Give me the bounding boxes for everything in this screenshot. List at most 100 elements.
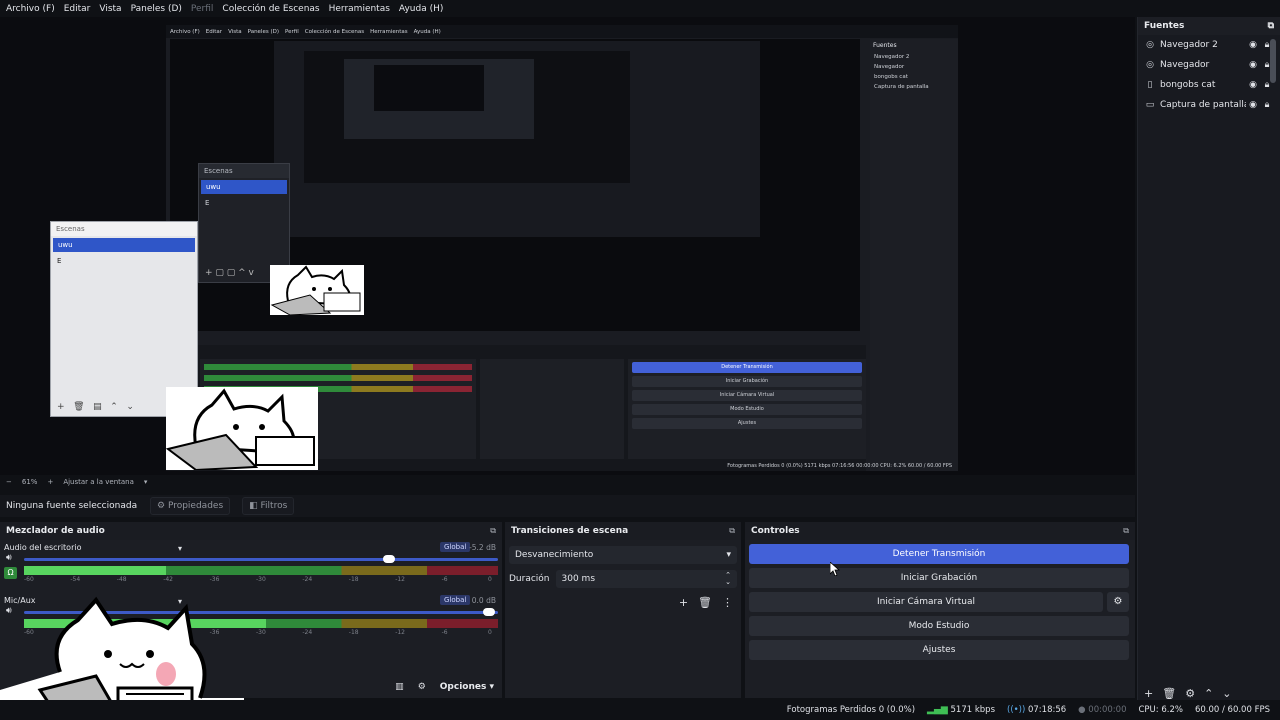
- chevron-down-icon: ▾: [726, 550, 731, 560]
- nested-source-item: Navegador: [874, 64, 905, 70]
- nested-controls: Detener Transmisión Iniciar Grabación In…: [628, 359, 866, 459]
- add-icon[interactable]: +: [1144, 687, 1153, 700]
- source-item[interactable]: ▭ Captura de pantalla ◉ 🔒︎: [1138, 95, 1280, 115]
- chevron-down-icon[interactable]: ⌄: [1222, 687, 1231, 700]
- nested-transitions: [480, 359, 624, 459]
- meter-tick-label: 0: [488, 576, 492, 583]
- eye-icon[interactable]: ◉: [1246, 40, 1260, 50]
- scene-transitions-dock: Transiciones de escena ⧉ Desvanecimiento…: [505, 522, 741, 698]
- menu-tools[interactable]: Herramientas: [329, 4, 390, 14]
- eye-icon[interactable]: ◉: [1246, 80, 1260, 90]
- nested-menu-bar: Archivo (F) Editar Vista Paneles (D) Per…: [166, 25, 958, 38]
- menu-help[interactable]: Ayuda (H): [399, 4, 443, 14]
- duration-spinbox[interactable]: 300 ms ⌃ ⌄: [555, 570, 737, 588]
- nested-sources-title: Fuentes: [873, 42, 897, 49]
- nested-preview-level: [304, 51, 630, 183]
- start-virtual-camera-button[interactable]: Iniciar Cámara Virtual: [749, 592, 1103, 612]
- meter-tick-label: -18: [348, 576, 359, 583]
- source-item[interactable]: ◎ Navegador ◉ 🔒︎: [1138, 55, 1280, 75]
- chevron-down-icon[interactable]: ▾: [178, 544, 182, 553]
- meter-tick-label: 0: [488, 629, 492, 636]
- menu-profile[interactable]: Perfil: [191, 4, 214, 14]
- gear-icon[interactable]: ⚙: [418, 682, 426, 692]
- filters-button[interactable]: ◧ Filtros: [242, 497, 295, 515]
- trash-icon[interactable]: 🗑: [73, 402, 84, 412]
- channel-name: Audio del escritorio: [4, 543, 82, 552]
- gear-icon[interactable]: ⚙: [1185, 687, 1195, 700]
- filter-icon[interactable]: ▤: [93, 402, 102, 412]
- nested-meter: [204, 364, 472, 370]
- dock-popout-icon[interactable]: ⧉: [729, 526, 735, 536]
- volume-slider[interactable]: [24, 558, 498, 561]
- lock-icon[interactable]: 🔒︎: [1260, 100, 1274, 110]
- file-icon: ▯: [1147, 80, 1153, 90]
- studio-mode-button[interactable]: Modo Estudio: [749, 616, 1129, 636]
- properties-button[interactable]: ⚙ Propiedades: [150, 497, 231, 515]
- sources-scrollbar[interactable]: [1270, 39, 1276, 83]
- add-icon[interactable]: +: [57, 402, 65, 412]
- menu-bar: Archivo (F) Editar Vista Paneles (D) Per…: [0, 0, 1280, 17]
- sources-toolbar: + 🗑 ⚙ ⌃ ⌄: [1144, 687, 1232, 700]
- menu-view[interactable]: Vista: [99, 4, 121, 14]
- fit-to-window-select[interactable]: Ajustar a la ventana: [63, 478, 134, 486]
- meter-tick-label: -30: [256, 629, 266, 636]
- scene-item-selected[interactable]: uwu: [53, 238, 195, 252]
- volume-slider-handle[interactable]: [382, 555, 395, 563]
- mouse-cursor-icon: [830, 562, 840, 576]
- scene-tools: + 🗑 ▤ ⌃ ⌄: [57, 402, 134, 412]
- nested-meter: [204, 375, 472, 381]
- chevron-up-icon[interactable]: ⌃: [110, 402, 118, 412]
- trash-icon[interactable]: 🗑: [1162, 687, 1176, 700]
- cpu-usage: CPU: 6.2%: [1138, 705, 1183, 715]
- chevron-down-icon[interactable]: ▾: [144, 478, 148, 486]
- eye-icon[interactable]: ◉: [1246, 60, 1260, 70]
- chevron-down-icon[interactable]: ⌄: [126, 402, 134, 412]
- eye-icon[interactable]: ◉: [1246, 100, 1260, 110]
- menu-scene-collection[interactable]: Colección de Escenas: [222, 4, 319, 14]
- dock-popout-icon[interactable]: ⧉: [1123, 526, 1129, 536]
- more-vertical-icon[interactable]: ⋮: [722, 596, 733, 609]
- mixer-toolbar: ▥ ⚙ Opciones ▾: [395, 682, 494, 692]
- volume-slider-handle[interactable]: [482, 608, 495, 616]
- menu-file[interactable]: Archivo (F): [6, 4, 55, 14]
- settings-button[interactable]: Ajustes: [749, 640, 1129, 660]
- bongo-cat-image: [0, 578, 244, 720]
- transitions-title: Transiciones de escena: [511, 526, 629, 536]
- start-recording-button[interactable]: Iniciar Grabación: [749, 568, 1129, 588]
- zoom-in-button[interactable]: +: [47, 478, 53, 486]
- preview-canvas[interactable]: Archivo (F) Editar Vista Paneles (D) Per…: [0, 17, 1135, 475]
- options-button[interactable]: Opciones ▾: [440, 682, 494, 692]
- controls-dock: Controles ⧉ Detener Transmisión Iniciar …: [745, 522, 1135, 698]
- add-icon[interactable]: +: [679, 596, 688, 609]
- source-label: Navegador 2: [1160, 40, 1218, 50]
- meter-tick-label: -18: [348, 629, 359, 636]
- nested-menu-item: Herramientas: [370, 28, 408, 35]
- transition-select[interactable]: Desvanecimiento ▾: [509, 546, 737, 564]
- scene-item[interactable]: E: [51, 254, 197, 268]
- nested-control-button: Modo Estudio: [632, 404, 862, 415]
- filters-label: Filtros: [260, 501, 288, 511]
- record-time: 00:00:00: [1088, 705, 1127, 715]
- chevron-up-icon[interactable]: ⌃: [1204, 687, 1213, 700]
- record-icon: ●: [1078, 705, 1086, 715]
- source-item[interactable]: ▯ bongobs cat ◉ 🔒︎: [1138, 75, 1280, 95]
- mixer-header: Mezclador de audio ⧉: [0, 522, 502, 540]
- menu-docks[interactable]: Paneles (D): [131, 4, 182, 14]
- spin-arrows-icon[interactable]: ⌃ ⌄: [725, 572, 731, 586]
- scenes-title: Escenas: [51, 222, 197, 236]
- meter-tick-label: -24: [302, 576, 313, 583]
- zoom-out-button[interactable]: −: [6, 478, 12, 486]
- fps: 60.00 / 60.00 FPS: [1194, 705, 1270, 715]
- signal-bars-icon: ▂▄▆: [927, 705, 948, 715]
- dock-popout-icon[interactable]: ⧉: [1268, 21, 1274, 31]
- source-item[interactable]: ◎ Navegador 2 ◉ 🔒︎: [1138, 35, 1280, 55]
- speaker-icon[interactable]: 🔊︎: [6, 553, 12, 563]
- dock-popout-icon[interactable]: ⧉: [490, 526, 496, 536]
- gear-icon[interactable]: ⚙: [1107, 592, 1129, 612]
- layout-icon[interactable]: ▥: [395, 682, 404, 692]
- stop-stream-button[interactable]: Detener Transmisión: [749, 544, 1129, 564]
- nested-sources-panel: Fuentes Navegador 2 Navegador bongobs ca…: [870, 39, 958, 471]
- menu-edit[interactable]: Editar: [64, 4, 91, 14]
- trash-icon[interactable]: 🗑: [698, 596, 712, 609]
- nested-menu-item: Colección de Escenas: [304, 28, 365, 35]
